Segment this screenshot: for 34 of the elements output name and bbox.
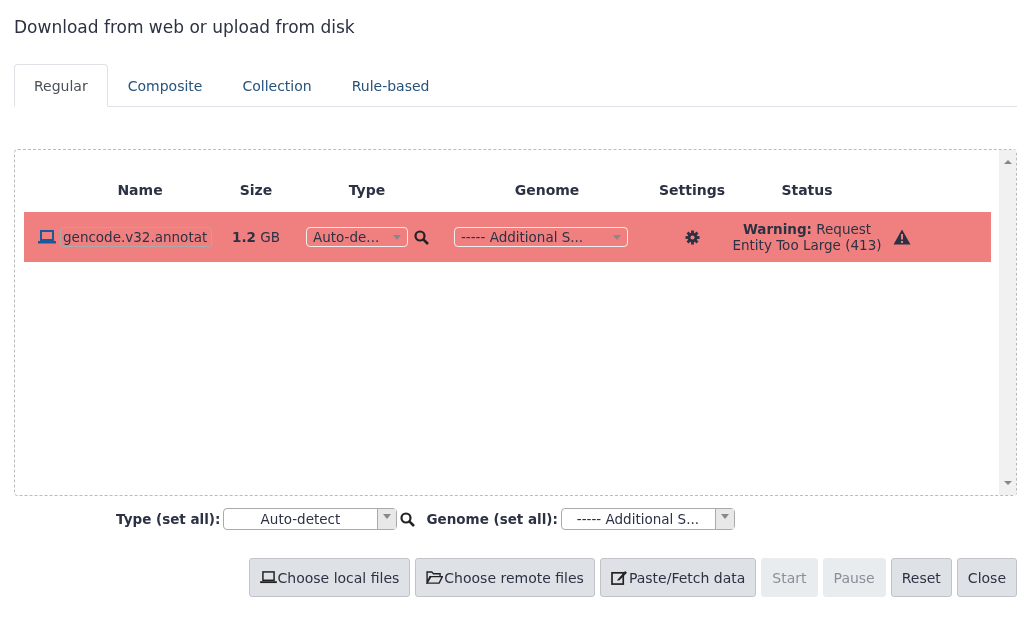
laptop-icon [38, 230, 56, 244]
action-button[interactable]: Paste/Fetch data [599, 558, 757, 597]
type-set-all-label: Type (set all): [116, 511, 221, 527]
action-button[interactable]: Choose local files [248, 558, 411, 597]
column-header: Name [116, 182, 164, 198]
search-icon[interactable] [400, 511, 416, 527]
tab[interactable]: Collection [222, 64, 332, 107]
type-dropdown[interactable]: Auto-de... [306, 227, 408, 247]
action-button[interactable]: Close [956, 558, 1017, 597]
name-field[interactable]: gencode.v32.annotat [60, 227, 212, 247]
action-button[interactable]: Choose remote files [415, 558, 595, 597]
column-header: Genome [513, 182, 581, 198]
folder-icon [426, 571, 444, 584]
status-message: Warning: Request Entity Too Large (413) [732, 221, 882, 253]
file-size: 1.2 GB [231, 229, 281, 245]
genome-dropdown[interactable]: ----- Additional S... [454, 227, 628, 247]
tab[interactable]: Regular [14, 64, 108, 107]
genome-set-all-dropdown[interactable]: ----- Additional S... [560, 508, 735, 530]
tab[interactable]: Composite [107, 64, 223, 107]
laptop-icon [259, 571, 277, 584]
settings-icon[interactable] [684, 229, 700, 245]
tab[interactable]: Rule-based [331, 64, 450, 107]
column-header: Type [347, 182, 387, 198]
type-set-all-dropdown[interactable]: Auto-detect [223, 508, 398, 530]
column-header: Size [238, 182, 274, 198]
genome-set-all-label: Genome (set all): [426, 511, 558, 527]
scrollbar[interactable] [999, 150, 1016, 495]
edit-icon [610, 570, 628, 585]
column-header: Status [780, 182, 834, 198]
action-button[interactable]: Reset [890, 558, 952, 597]
warning-icon [893, 229, 911, 245]
search-icon[interactable] [414, 229, 429, 245]
dialog-title: Download from web or upload from disk [14, 17, 356, 37]
column-header: Settings [657, 182, 727, 198]
